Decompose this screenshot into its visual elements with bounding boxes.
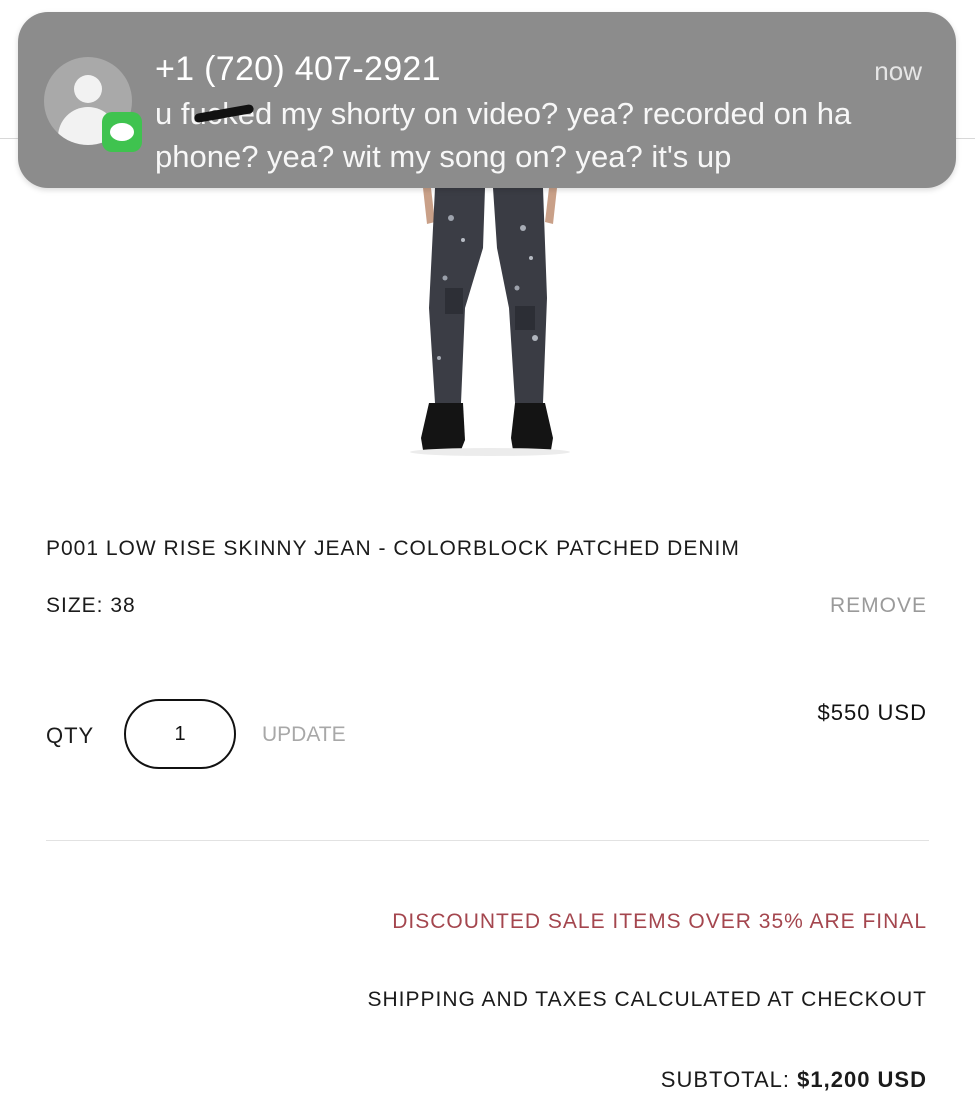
update-button[interactable]: UPDATE xyxy=(262,723,346,747)
subtotal-value: $1,200 USD xyxy=(797,1067,927,1092)
shipping-notice: SHIPPING AND TAXES CALCULATED AT CHECKOU… xyxy=(367,988,927,1011)
messages-icon xyxy=(102,112,142,152)
product-size: SIZE: 38 xyxy=(46,594,136,617)
qty-label: QTY xyxy=(46,723,95,748)
notification-time: now xyxy=(874,56,922,86)
left-hand xyxy=(423,188,435,224)
quantity-input[interactable] xyxy=(124,699,236,769)
remove-button[interactable]: REMOVE xyxy=(830,594,927,618)
right-hand xyxy=(545,188,557,224)
subtotal-label: SUBTOTAL: xyxy=(660,1067,791,1092)
subtotal: SUBTOTAL: $1,200 USD xyxy=(661,1067,927,1093)
notification-sender: +1 (720) 407-2921 xyxy=(155,50,441,88)
product-image[interactable] xyxy=(405,188,575,458)
sale-final-notice: DISCOUNTED SALE ITEMS OVER 35% ARE FINAL xyxy=(392,910,927,933)
item-price: $550 USD xyxy=(817,700,927,725)
message-notification[interactable]: +1 (720) 407-2921 now u fucked my shorty… xyxy=(18,12,956,188)
product-title[interactable]: P001 LOW RISE SKINNY JEAN - COLORBLOCK P… xyxy=(46,537,740,561)
cart-divider xyxy=(46,840,929,841)
notification-message: u fucked my shorty on video? yea? record… xyxy=(155,96,852,174)
right-boot xyxy=(511,403,553,450)
jeans-right-leg xyxy=(493,188,547,403)
left-boot xyxy=(421,403,465,450)
